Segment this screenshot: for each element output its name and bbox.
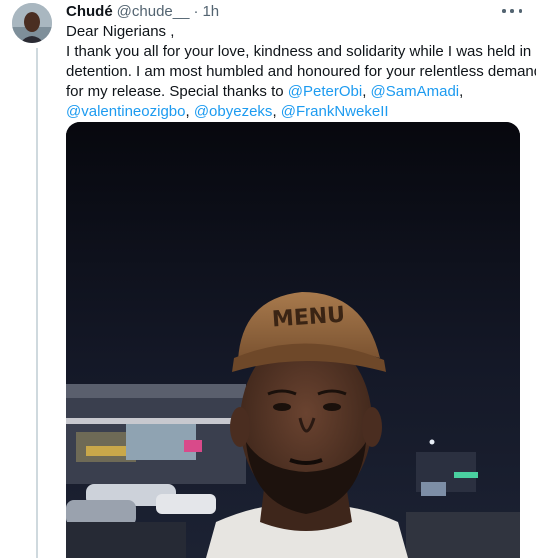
tweet-line-3: detention. I am most humbled and honoure… xyxy=(66,63,536,80)
separator-dot: · xyxy=(193,3,199,20)
mention-link[interactable]: @PeterObi xyxy=(288,83,362,100)
comma: , xyxy=(459,83,464,100)
tweet-line-4-text: for my release. Special thanks to xyxy=(66,83,288,100)
tweet-line-5: @valentineozigbo, @obyezeks, @FrankNweke… xyxy=(66,102,528,122)
tweet-text: Dear Nigerians , I thank you all for you… xyxy=(66,22,536,122)
mention-link[interactable]: @valentineozigbo xyxy=(66,103,185,120)
thread-line xyxy=(36,48,38,558)
more-horizontal-icon[interactable] xyxy=(502,4,522,18)
author-handle[interactable]: @chude__ xyxy=(117,3,190,20)
comma: , xyxy=(362,83,371,100)
tweet-line-4: for my release. Special thanks to @Peter… xyxy=(66,82,528,102)
tweet-photo[interactable]: MENU xyxy=(66,122,520,558)
mention-link[interactable]: @FrankNwekeII xyxy=(281,103,389,120)
tweet-line-1: Dear Nigerians , xyxy=(66,23,175,40)
cap-text: MENU xyxy=(271,302,346,332)
avatar-image xyxy=(12,3,52,43)
selfie-photo: MENU xyxy=(66,122,520,558)
comma: , xyxy=(185,103,194,120)
mention-link[interactable]: @obyezeks xyxy=(194,103,273,120)
comma: , xyxy=(272,103,281,120)
tweet-header: Chudé @chude__ · 1h xyxy=(66,3,219,23)
mention-link[interactable]: @SamAmadi xyxy=(371,83,460,100)
author-name[interactable]: Chudé xyxy=(66,3,113,20)
timestamp[interactable]: 1h xyxy=(202,3,219,20)
tweet-line-2: I thank you all for your love, kindness … xyxy=(66,43,532,60)
avatar[interactable] xyxy=(12,3,52,43)
